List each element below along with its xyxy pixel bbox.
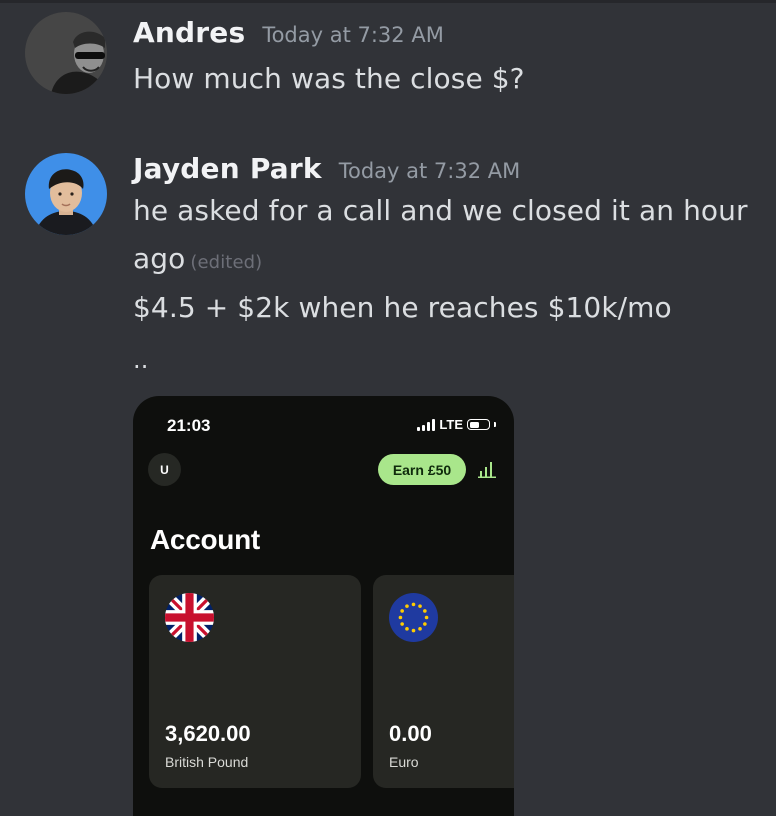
eu-flag-icon <box>389 593 438 642</box>
account-card-gbp: 3,620.00 British Pound <box>149 575 361 788</box>
message-timestamp[interactable]: Today at 7:32 AM <box>262 23 444 47</box>
account-card-eur: 0.00 Euro <box>373 575 514 788</box>
username-andres[interactable]: Andres <box>133 16 245 49</box>
message-header-andres: Andres Today at 7:32 AM <box>133 16 444 49</box>
avatar-jayden-park[interactable] <box>25 153 107 235</box>
person-portrait-avatar-icon <box>25 153 107 235</box>
message-text-fragment: ago <box>133 242 186 275</box>
status-bar-indicators: LTE <box>417 417 496 432</box>
message-text: How much was the close $? <box>133 62 525 95</box>
network-type: LTE <box>439 417 463 432</box>
message-text-line: ago (edited) <box>133 242 262 275</box>
stats-icon <box>478 462 496 478</box>
screen-title: Account <box>150 524 260 555</box>
account-balance: 0.00 <box>389 721 432 746</box>
profile-avatar: U <box>148 453 181 486</box>
message-timestamp[interactable]: Today at 7:32 AM <box>339 159 521 183</box>
message-header-jayden-park: Jayden Park Today at 7:32 AM <box>133 152 520 185</box>
username-jayden-park[interactable]: Jayden Park <box>133 152 322 185</box>
avatar-andres[interactable] <box>25 12 107 94</box>
battery-icon <box>467 419 490 430</box>
account-balance: 3,620.00 <box>165 721 251 746</box>
battery-tip-icon <box>494 422 496 427</box>
uk-flag-icon <box>165 593 214 642</box>
message-text-line: .. <box>133 346 149 374</box>
signal-icon <box>417 418 436 431</box>
person-sunglasses-avatar-icon <box>25 12 107 94</box>
image-attachment[interactable]: 21:03 LTE U Earn £50 Account 3,620.00 Br… <box>133 396 514 816</box>
channel-divider <box>0 0 776 3</box>
account-currency: British Pound <box>165 754 249 770</box>
status-bar-time: 21:03 <box>167 416 211 435</box>
message-text-line: $4.5 + $2k when he reaches $10k/mo <box>133 291 672 324</box>
edited-indicator: (edited) <box>190 252 263 273</box>
message-text-line: he asked for a call and we closed it an … <box>133 194 748 227</box>
earn-referral-button: Earn £50 <box>378 454 466 485</box>
account-currency: Euro <box>389 754 419 770</box>
